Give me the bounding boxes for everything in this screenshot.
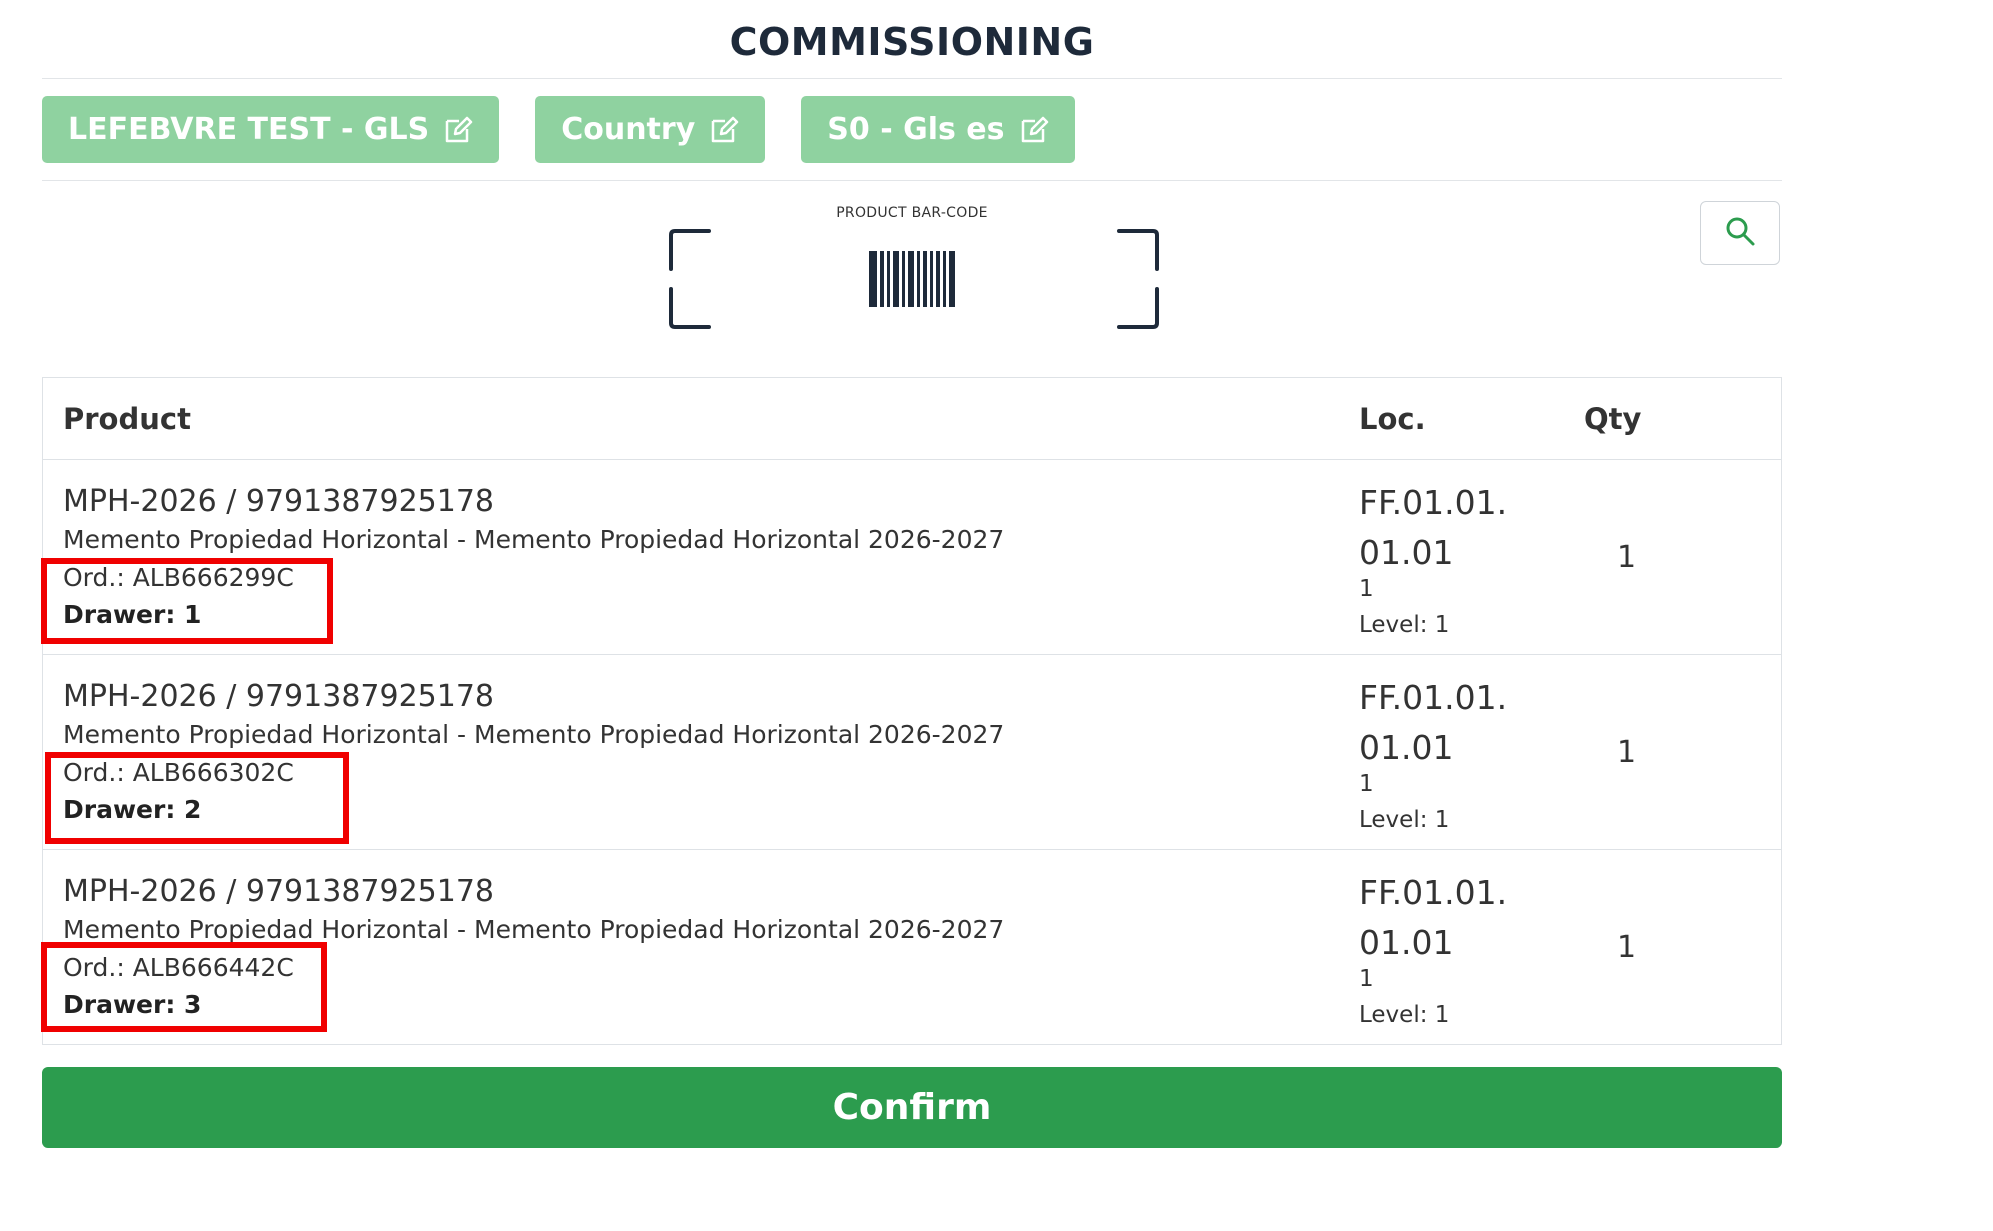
location-line2: 01.01 [1359,533,1454,572]
location: FF.01.01. 01.01 [1359,868,1507,968]
edit-icon [709,115,739,145]
edit-icon [443,115,473,145]
product-title: MPH-2026 / 9791387925178 [63,679,495,714]
highlight-box [45,752,349,844]
quantity: 1 [1617,930,1637,965]
edit-icon [1019,115,1049,145]
location-line1: FF.01.01. [1359,678,1508,717]
product-title: MPH-2026 / 9791387925178 [63,484,495,519]
chip-label: S0 - Gls es [827,112,1005,147]
barcode-scan-icon[interactable] [669,229,1159,329]
header-qty: Qty [1584,401,1642,436]
location-line1: FF.01.01. [1359,873,1508,912]
quantity: 1 [1617,735,1637,770]
main-container: COMMISSIONING LEFEBVRE TEST - GLS Countr… [42,0,1782,375]
location: FF.01.01. 01.01 [1359,673,1507,773]
location-level: Level: 1 [1359,612,1450,638]
products-table: Product Loc. Qty MPH-2026 / 979138792517… [41,377,1782,1045]
location-sub: 1 [1359,966,1374,992]
page-title: COMMISSIONING [729,20,1095,64]
header-product: Product [63,401,191,436]
highlight-box [41,558,333,644]
location-line2: 01.01 [1359,728,1454,767]
chip-country[interactable]: Country [535,96,766,163]
product-description: Memento Propiedad Horizontal - Memento P… [63,525,1005,554]
product-description: Memento Propiedad Horizontal - Memento P… [63,915,1005,944]
highlight-box [41,942,327,1032]
filter-chips: LEFEBVRE TEST - GLS Country S0 - Gls es [42,79,1782,180]
chip-carrier[interactable]: S0 - Gls es [801,96,1075,163]
location-sub: 1 [1359,771,1374,797]
search-icon [1724,215,1756,251]
table-row[interactable]: MPH-2026 / 9791387925178 Memento Propied… [41,460,1781,655]
location-sub: 1 [1359,576,1374,602]
table-header: Product Loc. Qty [43,378,1781,460]
location: FF.01.01. 01.01 [1359,478,1507,578]
location-line2: 01.01 [1359,923,1454,962]
chip-label: LEFEBVRE TEST - GLS [68,112,430,147]
table-row[interactable]: MPH-2026 / 9791387925178 Memento Propied… [41,850,1781,1044]
chip-label: Country [561,112,696,147]
table-row[interactable]: MPH-2026 / 9791387925178 Memento Propied… [43,655,1781,850]
confirm-button[interactable]: Confirm [42,1067,1782,1148]
quantity: 1 [1617,540,1637,575]
scanner-area: PRODUCT BAR-CODE [42,181,1782,375]
location-level: Level: 1 [1359,807,1450,833]
scanner-label: PRODUCT BAR-CODE [836,205,988,221]
search-button[interactable] [1700,201,1780,265]
location-line1: FF.01.01. [1359,483,1508,522]
chip-customer[interactable]: LEFEBVRE TEST - GLS [42,96,500,163]
location-level: Level: 1 [1359,1002,1450,1028]
product-title: MPH-2026 / 9791387925178 [63,874,495,909]
header-loc: Loc. [1359,401,1426,436]
product-description: Memento Propiedad Horizontal - Memento P… [63,720,1005,749]
